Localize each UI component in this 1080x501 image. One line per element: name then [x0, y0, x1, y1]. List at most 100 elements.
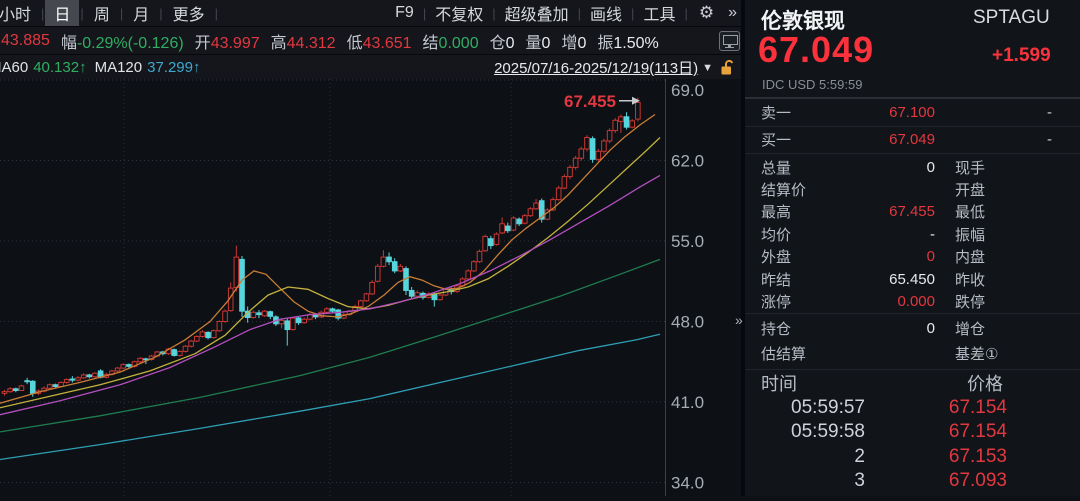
ask-price[interactable]: 67.100	[823, 104, 935, 121]
monitor-base	[725, 47, 734, 48]
row-label-right: 昨收	[955, 269, 985, 290]
candle-33	[189, 340, 194, 347]
candle-52	[296, 317, 301, 325]
field-label: 增	[561, 35, 577, 52]
field-label: 量	[526, 35, 542, 52]
action-超级叠加[interactable]: 超级叠加	[497, 0, 577, 26]
field-value: -0.29%(-0.126)	[77, 35, 184, 52]
tick-rows: 05:59:5767.15405:59:5867.154267.153367.0…	[745, 396, 1080, 496]
tick-price: 67.153	[865, 446, 1007, 468]
quote-row-总量: 总量0现手	[745, 156, 1080, 178]
quote-row-持仓: 持仓0增仓	[745, 316, 1080, 341]
row-value: 67.455	[825, 203, 935, 220]
dropdown-caret-icon[interactable]: ▼	[702, 62, 713, 74]
candle-87	[494, 232, 499, 245]
tick-price: 67.154	[865, 421, 1007, 443]
price-change: +1.599	[992, 45, 1051, 67]
ask-volume: -	[935, 104, 1080, 121]
tick-price: 67.154	[865, 397, 1007, 419]
row-label-right: 增仓	[955, 318, 985, 339]
bid-row[interactable]: 买一 67.049 -	[745, 127, 1080, 155]
field-value: 0.000	[439, 35, 479, 52]
tab-小时[interactable]: 小时	[0, 0, 40, 26]
candle-47	[268, 311, 273, 320]
candle-38	[217, 320, 222, 332]
quote-row-结算价: 结算价开盘	[745, 178, 1080, 200]
row-label: 总量	[761, 157, 825, 178]
separator: |	[214, 6, 219, 21]
bid-label: 买一	[761, 129, 823, 150]
tab-月[interactable]: 月	[124, 0, 158, 26]
action-不复权[interactable]: 不复权	[427, 0, 491, 26]
panel-collapse-handle[interactable]: »	[735, 312, 743, 328]
candle-3	[19, 385, 24, 391]
row-label-right: 开盘	[955, 179, 985, 200]
candle-45	[257, 310, 262, 318]
candle-82	[466, 269, 471, 280]
row-label: 昨结	[761, 269, 825, 290]
date-range-label[interactable]: 2025/07/16-2025/12/19(113日)	[494, 57, 698, 78]
field-value: 43.997	[211, 35, 260, 52]
ma-indicator-MA120: MA12037.299↑	[95, 59, 201, 76]
candle-57	[325, 307, 330, 313]
candle-68	[387, 253, 392, 266]
field-value: 43.885	[1, 32, 50, 49]
quote-row-均价: 均价-振幅	[745, 223, 1080, 245]
candle-51	[291, 317, 296, 331]
candle-92	[522, 214, 527, 224]
candle-64	[364, 293, 369, 302]
tick-row: 05:59:5767.154	[745, 396, 1080, 421]
candle-59	[336, 309, 341, 321]
quote-row-估结算: 估结算基差①	[745, 341, 1080, 366]
candle-66	[375, 264, 380, 282]
quote-field-结: 结0.000	[423, 29, 479, 53]
field-label: 幅	[61, 35, 77, 52]
candle-67	[381, 250, 386, 267]
candle-14	[81, 373, 86, 379]
quote-row-涨停: 涨停0.000跌停	[745, 290, 1080, 312]
tab-周[interactable]: 周	[85, 0, 119, 26]
bid-price[interactable]: 67.049	[823, 131, 935, 148]
gear-icon[interactable]: ⚙	[689, 3, 724, 23]
quote-field-仓: 仓0	[490, 29, 515, 53]
quote-field-幅: 幅-0.29%(-0.126)	[61, 29, 184, 53]
field-label: 高	[271, 35, 287, 52]
row-label-right: 最低	[955, 201, 985, 222]
tick-list-header: 时间 价格	[745, 370, 1080, 396]
candle-102	[579, 147, 584, 161]
tab-更多[interactable]: 更多	[164, 0, 214, 26]
candle-65	[370, 280, 375, 295]
unlock-icon[interactable]	[719, 59, 735, 76]
action-画线[interactable]: 画线	[582, 0, 630, 26]
ask-row[interactable]: 卖一 67.100 -	[745, 99, 1080, 127]
date-range-control[interactable]: 2025/07/16-2025/12/19(113日) ▼	[494, 57, 745, 78]
candle-12	[70, 376, 75, 382]
period-tabs: 小时|日|周|月|更多|	[0, 0, 219, 26]
quote-field-量: 量0	[526, 29, 551, 53]
candle-41	[234, 246, 239, 292]
quote-row-最高: 最高67.455最低	[745, 201, 1080, 223]
field-label: 低	[347, 35, 363, 52]
tick-time: 05:59:58	[745, 421, 865, 443]
action-F9[interactable]: F9	[387, 3, 422, 23]
chart-canvas[interactable]: 69.062.055.048.041.034.067.455	[0, 79, 745, 496]
row-label-right: 内盘	[955, 246, 985, 267]
field-value: 1.50%	[613, 35, 658, 52]
candle-88	[500, 217, 505, 234]
tab-日[interactable]: 日	[45, 0, 79, 26]
action-工具[interactable]: 工具	[635, 0, 683, 26]
bid-volume: -	[935, 131, 1080, 148]
candlestick-chart[interactable]: 69.062.055.048.041.034.067.455	[0, 79, 745, 496]
candle-16	[93, 372, 98, 378]
quote-field-低: 低43.651	[347, 29, 412, 53]
candle-21	[121, 363, 126, 369]
candle-4	[25, 378, 30, 384]
candle-20	[115, 367, 120, 372]
candle-77	[438, 293, 443, 300]
candle-94	[534, 199, 539, 210]
price-header: 价格	[967, 370, 1003, 396]
time-header: 时间	[761, 370, 797, 396]
candle-50	[285, 319, 290, 346]
floating-monitor-icon[interactable]	[719, 31, 740, 51]
ma-120-cyan	[0, 334, 660, 459]
